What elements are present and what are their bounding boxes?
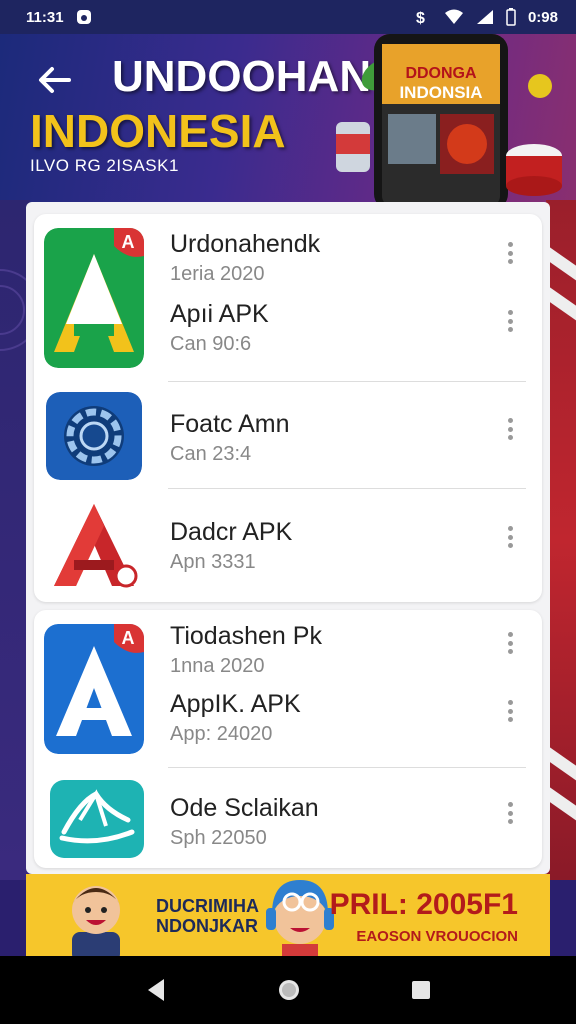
app-name: Dadcr APK: [170, 518, 293, 546]
app-group-1: A Urdonahendk 1eria 2020 Apıi APK Can 90…: [34, 214, 542, 602]
list-item[interactable]: Urdonahendk 1eria 2020: [170, 230, 320, 286]
app-meta: 1eria 2020: [170, 263, 265, 285]
status-time: 11:31: [26, 8, 64, 26]
page-subtitle: INDONESIA: [30, 105, 286, 157]
banner-headline: PRIL: 2005F1: [329, 888, 518, 921]
app-name: Apıi APK: [170, 300, 269, 328]
more-options-button[interactable]: [500, 522, 520, 552]
mascot-boy-illustration: [72, 886, 120, 956]
app-meta: Can 90:6: [170, 333, 252, 355]
signal-icon: [476, 10, 493, 24]
svg-text:$: $: [416, 10, 425, 27]
banner-left-text: DUCRIMIHA NDONJKAR: [156, 896, 259, 936]
svg-text:A: A: [122, 232, 135, 252]
back-button[interactable]: [32, 58, 76, 102]
navigation-bar: [0, 956, 576, 1024]
battery-level: 0:98: [527, 8, 558, 26]
back-arrow-icon: [39, 67, 71, 93]
app-name: Urdonahendk: [170, 230, 321, 258]
boat-icon[interactable]: [50, 780, 144, 858]
list-item[interactable]: Apıi APK Can 90:6: [170, 300, 269, 356]
app-name: Foatc Amn: [170, 410, 290, 438]
divider: [168, 488, 526, 489]
gear-wheel-icon[interactable]: [46, 392, 142, 480]
more-options-button[interactable]: [500, 306, 520, 336]
promo-banner[interactable]: DUCRIMIHA NDONJKAR PRIL: 2005F1 EAOSON V…: [26, 874, 550, 956]
app-meta: Sph 22050: [170, 827, 267, 849]
more-options-button[interactable]: [500, 628, 520, 658]
app-name: Tiodashen Pk: [170, 622, 322, 650]
list-item[interactable]: Ode Sclaikan Sph 22050: [170, 794, 319, 850]
nav-recents-icon[interactable]: [410, 979, 432, 1001]
more-options-button[interactable]: [500, 238, 520, 268]
app-meta: App: 24020: [170, 723, 273, 745]
app-meta: 1nna 2020: [170, 655, 265, 677]
promo-phone-illustration: DDONGA INDONSIA: [336, 34, 562, 210]
more-options-button[interactable]: [500, 798, 520, 828]
banner-left-line2: NDONJKAR: [156, 916, 259, 936]
letter-a-blue-icon[interactable]: A: [44, 624, 144, 754]
divider: [168, 767, 526, 768]
list-item[interactable]: Tiodashen Pk 1nna 2020: [170, 622, 322, 678]
promo-phone-line2: INDONSIA: [399, 83, 482, 102]
svg-text:A: A: [122, 628, 135, 648]
app-meta: Can 23:4: [170, 443, 252, 465]
banner-left-line1: DUCRIMIHA: [156, 896, 259, 916]
wifi-icon: [444, 9, 463, 24]
battery-icon: [506, 8, 516, 26]
more-options-button[interactable]: [500, 414, 520, 444]
nav-home-icon[interactable]: [276, 977, 302, 1003]
app-list-card: A Urdonahendk 1eria 2020 Apıi APK Can 90…: [26, 202, 550, 874]
app-name: Ode Sclaikan: [170, 794, 319, 822]
app-group-2: A Tiodashen Pk 1nna 2020 AppIK. APK App:…: [34, 610, 542, 868]
banner-subline: EAOSON VROUOCION: [356, 928, 518, 945]
list-item[interactable]: Foatc Amn Can 23:4: [170, 410, 290, 466]
app-name: AppIK. APK: [170, 690, 301, 718]
letter-a-green-icon[interactable]: A: [44, 228, 144, 368]
list-item[interactable]: Dadcr APK Apn 3331: [170, 518, 292, 574]
right-decoration: [546, 200, 576, 880]
list-item[interactable]: AppIK. APK App: 24020: [170, 690, 301, 746]
divider: [168, 381, 526, 382]
status-bar: 11:31 $ 0:98: [0, 0, 576, 34]
mascot-girl-illustration: [266, 880, 334, 956]
app-meta: Apn 3331: [170, 551, 256, 573]
promo-phone-line1: DDONGA: [405, 65, 477, 82]
notification-icon: [76, 10, 91, 24]
header-caption: ILVO RG 2ISASK1: [30, 156, 179, 175]
vpn-icon: $: [416, 10, 425, 27]
more-options-button[interactable]: [500, 696, 520, 726]
nav-back-icon[interactable]: [144, 977, 168, 1003]
letter-a-red-icon[interactable]: [46, 500, 142, 590]
